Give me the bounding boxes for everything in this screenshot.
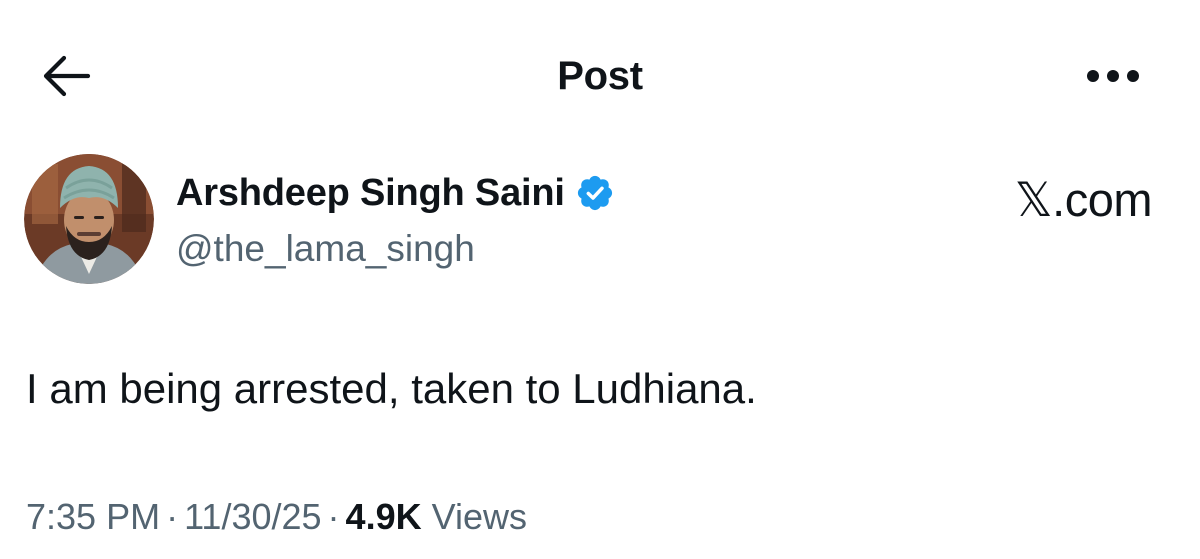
x-com-watermark: 𝕏.com: [1014, 173, 1153, 226]
avatar[interactable]: [24, 154, 154, 284]
views-label: Views: [431, 496, 527, 537]
post-date[interactable]: 11/30/25: [184, 496, 321, 537]
more-options-button[interactable]: [1082, 56, 1144, 96]
post-meta: 7:35 PM · 11/30/25 · 4.9K Views: [26, 492, 527, 542]
avatar-image: [24, 154, 154, 284]
views-count[interactable]: 4.9K: [346, 496, 422, 537]
meta-separator: ·: [166, 496, 179, 537]
author-display-name[interactable]: Arshdeep Singh Saini: [176, 166, 565, 220]
author-name-row: Arshdeep Singh Saini: [176, 166, 615, 220]
author-handle[interactable]: @the_lama_singh: [176, 224, 475, 274]
post-text: I am being arrested, taken to Ludhiana.: [26, 365, 757, 412]
more-horizontal-icon: [1087, 70, 1139, 82]
verified-badge-icon[interactable]: [575, 173, 615, 213]
page-title: Post: [557, 54, 643, 98]
meta-separator: ·: [327, 496, 340, 537]
post-time[interactable]: 7:35 PM: [26, 496, 160, 537]
